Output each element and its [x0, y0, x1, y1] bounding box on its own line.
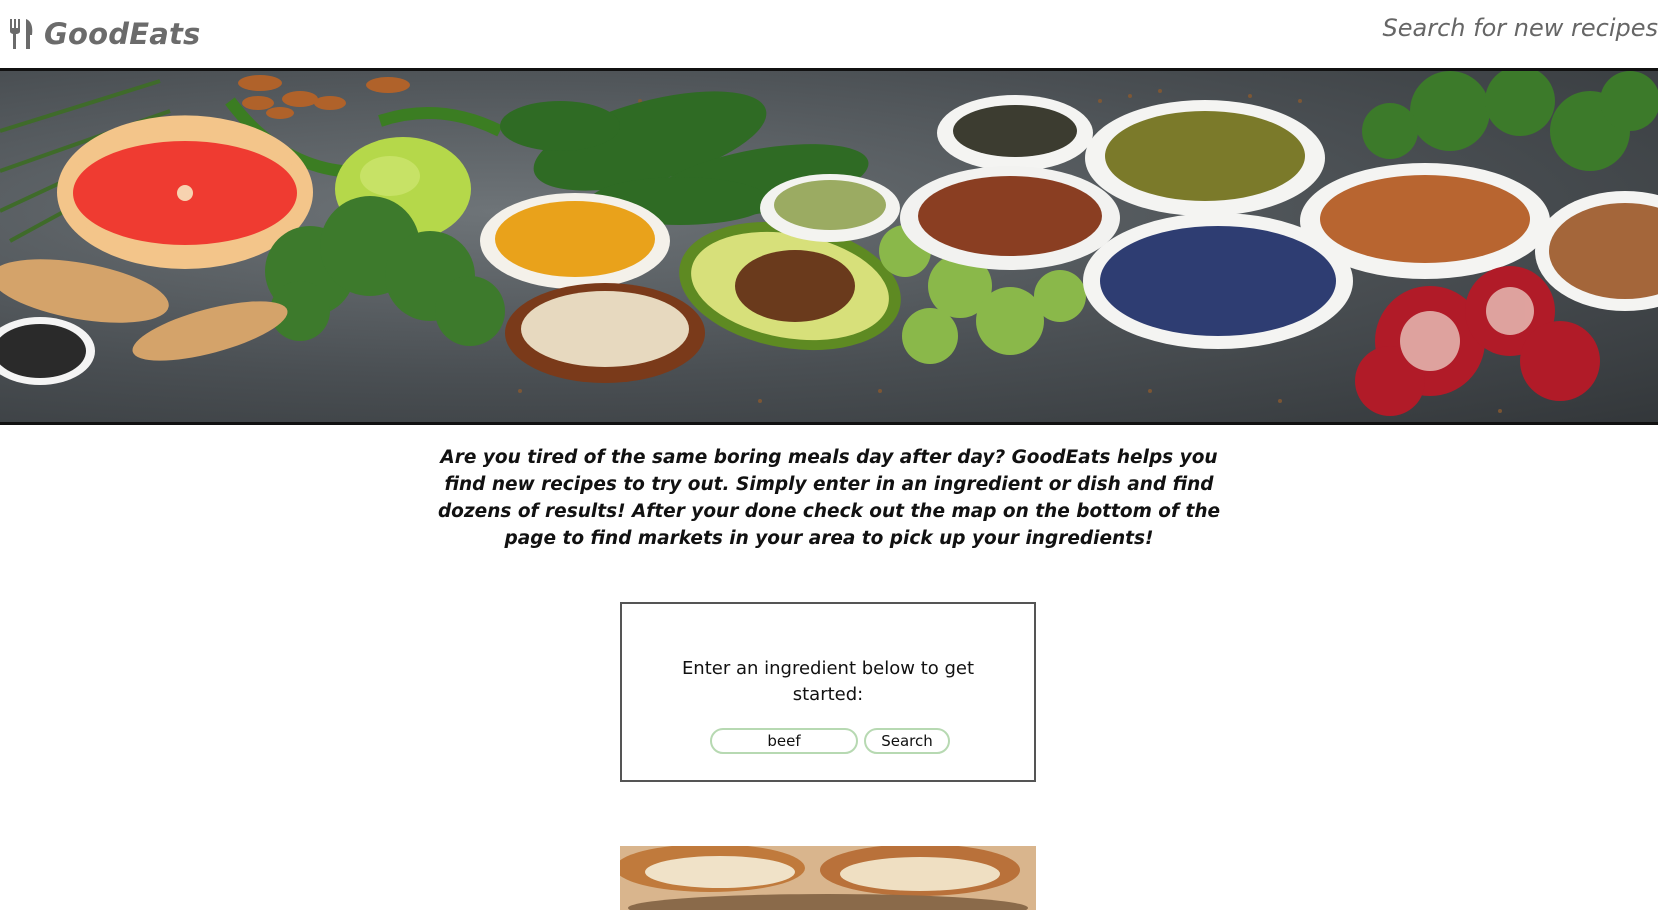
search-prompt: Enter an ingredient below to get started…: [681, 658, 975, 705]
search-row: Search: [710, 728, 950, 754]
search-card: Enter an ingredient below to get started…: [620, 602, 1036, 782]
ingredient-input[interactable]: [710, 728, 858, 754]
fork-knife-icon: [9, 19, 33, 49]
intro-text: Are you tired of the same boring meals d…: [437, 447, 1221, 549]
search-recipes-link[interactable]: Search for new recipes: [1383, 14, 1658, 42]
hero-banner: [0, 71, 1658, 422]
brand[interactable]: GoodEats: [8, 14, 201, 54]
result-card-image[interactable]: [620, 846, 1036, 910]
hero-divider: [0, 422, 1658, 425]
vegetables-spices-banner: [0, 71, 1658, 416]
brand-name: GoodEats: [44, 17, 201, 51]
top-navbar: GoodEats Search for new recipes: [0, 0, 1658, 68]
search-button[interactable]: Search: [864, 728, 950, 754]
bread-loaf-photo: [620, 846, 1036, 910]
